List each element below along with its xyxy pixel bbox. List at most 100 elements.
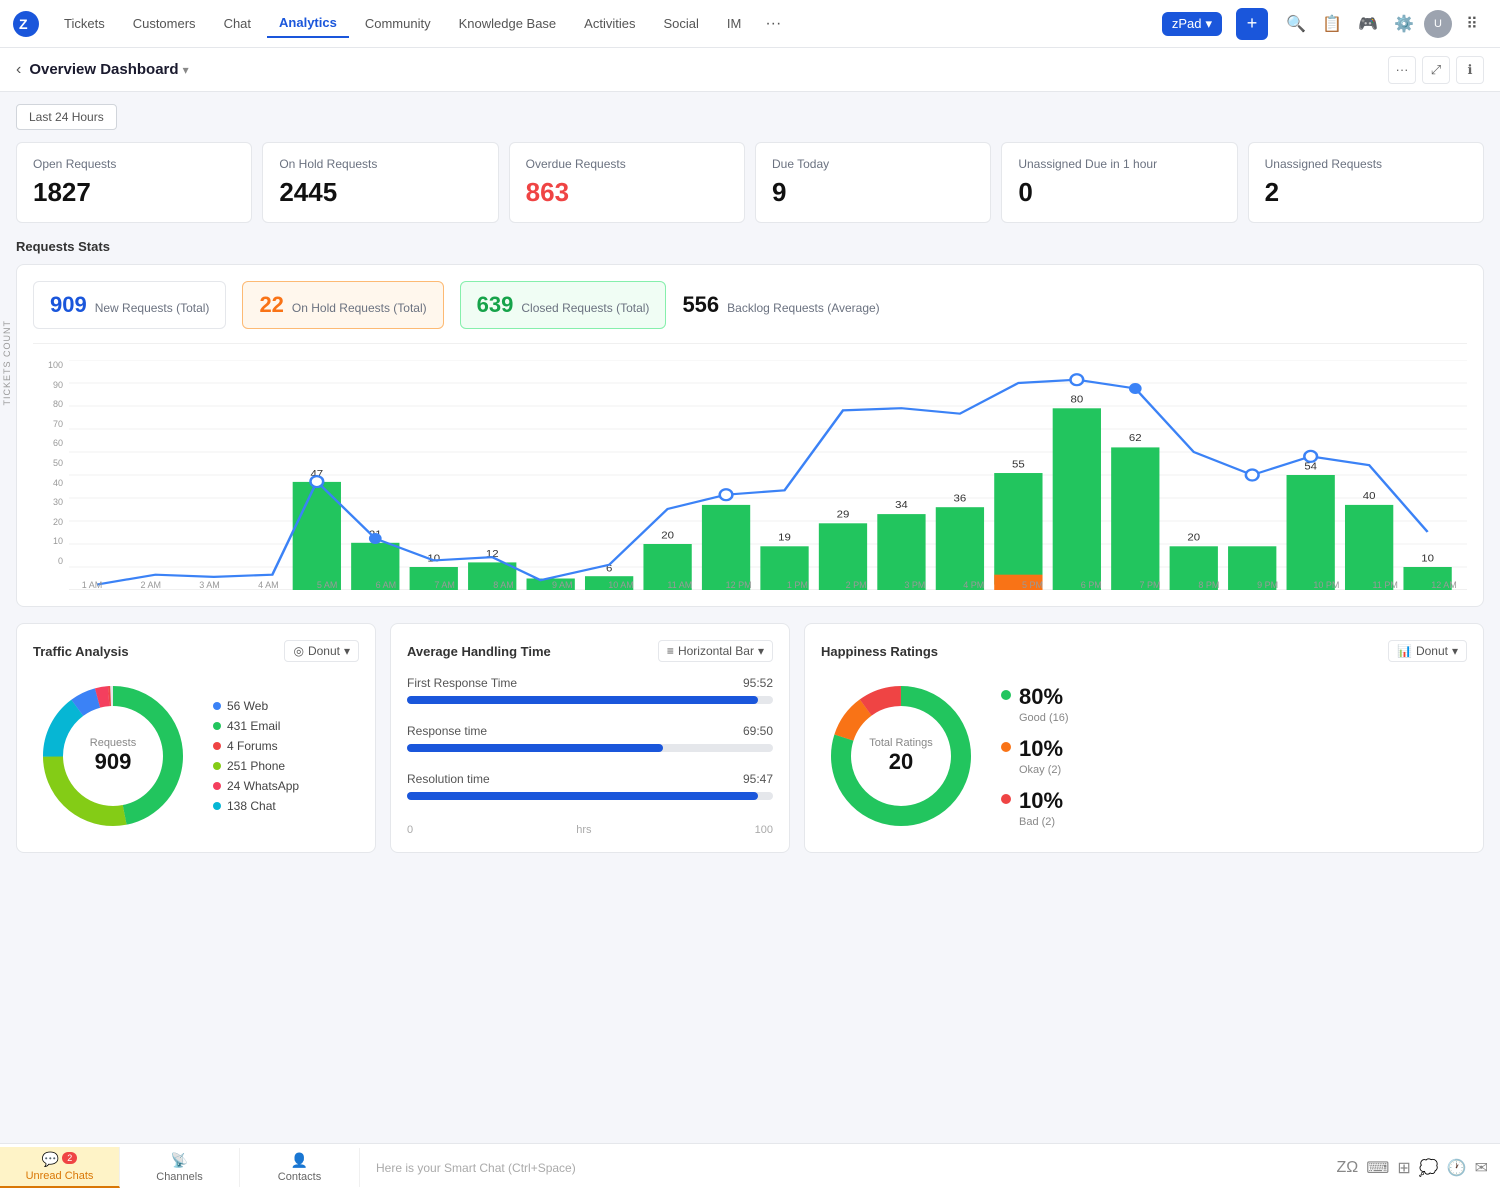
- nav-knowledge-base[interactable]: Knowledge Base: [447, 10, 569, 37]
- first-response-item: First Response Time 95:52: [407, 676, 773, 704]
- nav-community[interactable]: Community: [353, 10, 443, 37]
- chart-svg: 47 21 10 12 6 20: [69, 360, 1467, 590]
- happiness-donut: Total Ratings 20: [821, 676, 981, 836]
- zpad-caret: ▾: [1205, 16, 1212, 32]
- svg-text:20: 20: [661, 530, 674, 541]
- bar-7pm: [1111, 447, 1159, 590]
- apps-icon[interactable]: ⠿: [1456, 8, 1488, 40]
- resolution-time-header: Resolution time 95:47: [407, 772, 773, 786]
- requests-summary-row: 909 New Requests (Total) 22 On Hold Requ…: [33, 281, 1467, 344]
- happiness-legend: 80% Good (16) 10% Okay (2): [1001, 684, 1069, 828]
- time-filter-button[interactable]: Last 24 Hours: [16, 104, 117, 130]
- bottom-panels: Traffic Analysis ◎ Donut ▾: [16, 623, 1484, 853]
- settings-icon[interactable]: ⚙️: [1388, 8, 1420, 40]
- zpad-button[interactable]: zPad ▾: [1162, 12, 1222, 36]
- chats-badge: 2: [62, 1152, 77, 1164]
- backlog-requests-summary: 556 Backlog Requests (Average): [682, 292, 879, 318]
- stat-overdue-value: 863: [526, 177, 728, 208]
- nav-tickets[interactable]: Tickets: [52, 10, 117, 37]
- whatsapp-label: 24 WhatsApp: [227, 779, 299, 793]
- phone-dot: [213, 762, 221, 770]
- fullscreen-button[interactable]: ⤢: [1422, 56, 1450, 84]
- smart-chat-input[interactable]: Here is your Smart Chat (Ctrl+Space): [360, 1161, 1325, 1175]
- dot-12pm: [720, 489, 733, 500]
- legend-email: 431 Email: [213, 719, 299, 733]
- nav-customers[interactable]: Customers: [121, 10, 208, 37]
- bottom-icon-chat[interactable]: 💭: [1419, 1158, 1439, 1178]
- bottom-icon-keyboard[interactable]: ⌨: [1366, 1158, 1389, 1178]
- nav-im[interactable]: IM: [715, 10, 753, 37]
- x-axis-labels: 1 AM 2 AM 3 AM 4 AM 5 AM 6 AM 7 AM 8 AM …: [69, 576, 1467, 590]
- traffic-chart-type[interactable]: ◎ Donut ▾: [284, 640, 359, 662]
- search-icon[interactable]: 🔍: [1280, 8, 1312, 40]
- nav-chat[interactable]: Chat: [212, 10, 263, 37]
- traffic-chart-label: Donut: [308, 644, 340, 658]
- okay-pct: 10%: [1019, 736, 1063, 762]
- hbar-icon: ≡: [667, 644, 674, 658]
- handling-chart-type[interactable]: ≡ Horizontal Bar ▾: [658, 640, 773, 662]
- bad-pct: 10%: [1019, 788, 1063, 814]
- chats-icon: 💬: [42, 1151, 59, 1168]
- svg-text:34: 34: [895, 500, 908, 511]
- handling-caret: ▾: [758, 644, 764, 658]
- legend-web: 56 Web: [213, 699, 299, 713]
- create-button[interactable]: +: [1236, 8, 1268, 40]
- handling-panel-header: Average Handling Time ≡ Horizontal Bar ▾: [407, 640, 773, 662]
- requests-stats-title: Requests Stats: [16, 239, 1484, 254]
- happiness-panel-header: Happiness Ratings 📊 Donut ▾: [821, 640, 1467, 662]
- top-navigation: Z Tickets Customers Chat Analytics Commu…: [0, 0, 1500, 48]
- backlog-requests-label: Backlog Requests (Average): [727, 301, 880, 315]
- stat-unassigned-label: Unassigned Requests: [1265, 157, 1467, 171]
- svg-text:55: 55: [1012, 459, 1025, 470]
- happiness-chart-type[interactable]: 📊 Donut ▾: [1388, 640, 1467, 662]
- info-button[interactable]: ℹ: [1456, 56, 1484, 84]
- bad-dot: [1001, 794, 1011, 804]
- chat-dot: [213, 802, 221, 810]
- svg-text:10: 10: [1421, 553, 1434, 564]
- svg-text:40: 40: [1363, 491, 1376, 502]
- y-axis: TICKETS COUNT 100 90 80 70 60 50 40 30 2…: [33, 360, 69, 590]
- bottom-icon-1[interactable]: ZΩ: [1337, 1159, 1359, 1177]
- stat-due-value: 9: [772, 177, 974, 208]
- filter-bar: Last 24 Hours: [16, 104, 1484, 130]
- happiness-panel: Happiness Ratings 📊 Donut ▾: [804, 623, 1484, 853]
- more-options-button[interactable]: ···: [1388, 56, 1416, 84]
- nav-analytics[interactable]: Analytics: [267, 9, 349, 38]
- nav-more[interactable]: ···: [757, 8, 789, 40]
- happiness-title: Happiness Ratings: [821, 644, 938, 659]
- stat-unassigned-due-label: Unassigned Due in 1 hour: [1018, 157, 1220, 171]
- forums-label: 4 Forums: [227, 739, 278, 753]
- traffic-caret: ▾: [344, 644, 350, 658]
- subheader-actions: ··· ⤢ ℹ: [1388, 56, 1484, 84]
- bar-10pm: [1287, 475, 1335, 590]
- good-pct: 80%: [1019, 684, 1069, 710]
- nav-social[interactable]: Social: [651, 10, 710, 37]
- response-time-bar-bg: [407, 744, 773, 752]
- nav-activities[interactable]: Activities: [572, 10, 647, 37]
- dot-5am: [310, 476, 323, 487]
- forums-dot: [213, 742, 221, 750]
- bottom-icon-clock[interactable]: 🕐: [1447, 1158, 1467, 1178]
- channels-icon: 📡: [171, 1152, 188, 1169]
- happiness-donut-center: Total Ratings 20: [869, 737, 933, 775]
- avatar[interactable]: U: [1424, 10, 1452, 38]
- new-requests-summary: 909 New Requests (Total): [33, 281, 226, 329]
- happiness-okay: 10% Okay (2): [1001, 736, 1069, 776]
- logo[interactable]: Z: [12, 10, 40, 38]
- back-button[interactable]: ‹: [16, 61, 21, 79]
- happiness-chart-label: Donut: [1416, 644, 1448, 658]
- notifications-icon[interactable]: 📋: [1316, 8, 1348, 40]
- gaming-icon[interactable]: 🎮: [1352, 8, 1384, 40]
- traffic-panel: Traffic Analysis ◎ Donut ▾: [16, 623, 376, 853]
- first-response-bar-fill: [407, 696, 758, 704]
- happiness-caret: ▾: [1452, 644, 1458, 658]
- stat-onhold-label: On Hold Requests: [279, 157, 481, 171]
- first-response-header: First Response Time 95:52: [407, 676, 773, 690]
- bottom-icon-grid[interactable]: ⊞: [1397, 1158, 1410, 1178]
- stat-overdue-label: Overdue Requests: [526, 157, 728, 171]
- bottom-tab-contacts[interactable]: 👤 Contacts: [240, 1148, 360, 1187]
- title-dropdown-icon[interactable]: ▾: [183, 63, 189, 77]
- bottom-icon-message[interactable]: ✉: [1475, 1158, 1488, 1178]
- bottom-tab-chats[interactable]: 💬 2 Unread Chats: [0, 1147, 120, 1188]
- bottom-tab-channels[interactable]: 📡 Channels: [120, 1148, 240, 1187]
